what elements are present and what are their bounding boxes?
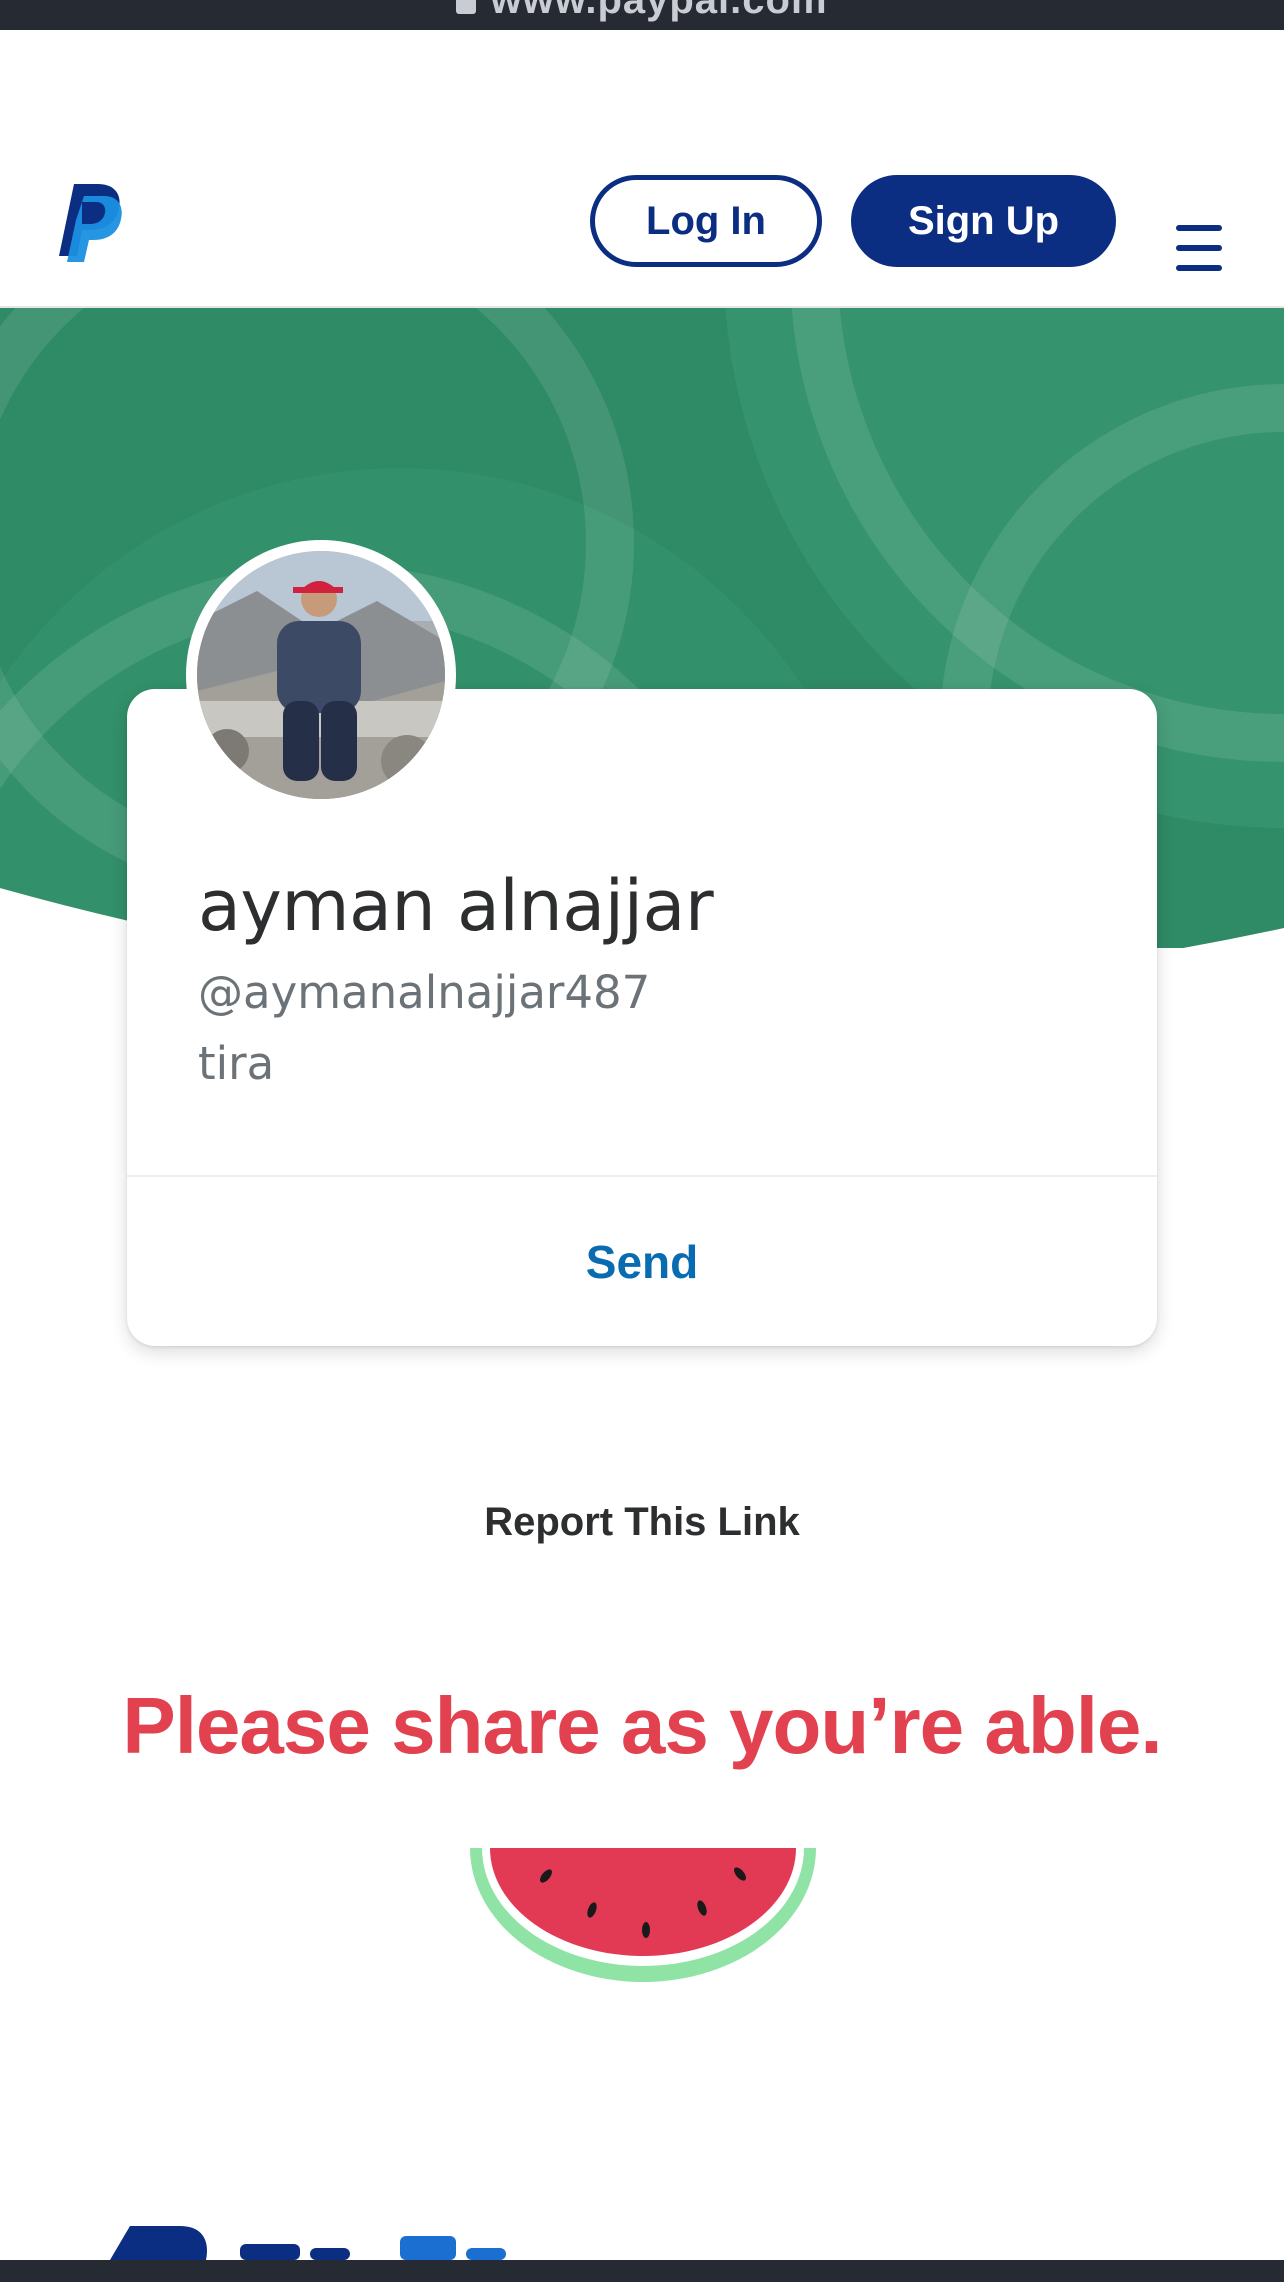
browser-url-bar[interactable]: www.paypal.com [0, 0, 1284, 30]
hamburger-menu-icon[interactable] [1172, 225, 1228, 275]
watermelon-icon [470, 1848, 816, 1982]
browser-bottom-bar [0, 2260, 1284, 2282]
paypal-logo[interactable] [56, 182, 122, 262]
login-button[interactable]: Log In [590, 175, 822, 267]
signup-button[interactable]: Sign Up [851, 175, 1116, 267]
site-header: Log In Sign Up [0, 30, 1284, 308]
profile-handle: @aymanalnajjar487 [198, 966, 651, 1019]
avatar [197, 551, 445, 799]
share-banner-text: Please share as you’re able. [122, 1681, 1162, 1770]
profile-name: ayman alnajjar [198, 865, 714, 947]
report-link[interactable]: Report This Link [0, 1500, 1284, 1545]
profile-avatar-frame [186, 540, 456, 810]
profile-note: tira [198, 1037, 275, 1090]
lock-icon [456, 0, 477, 15]
send-button[interactable]: Send [127, 1177, 1157, 1346]
paypal-footer-logo [110, 2226, 506, 2260]
url-text: www.paypal.com [490, 0, 828, 22]
